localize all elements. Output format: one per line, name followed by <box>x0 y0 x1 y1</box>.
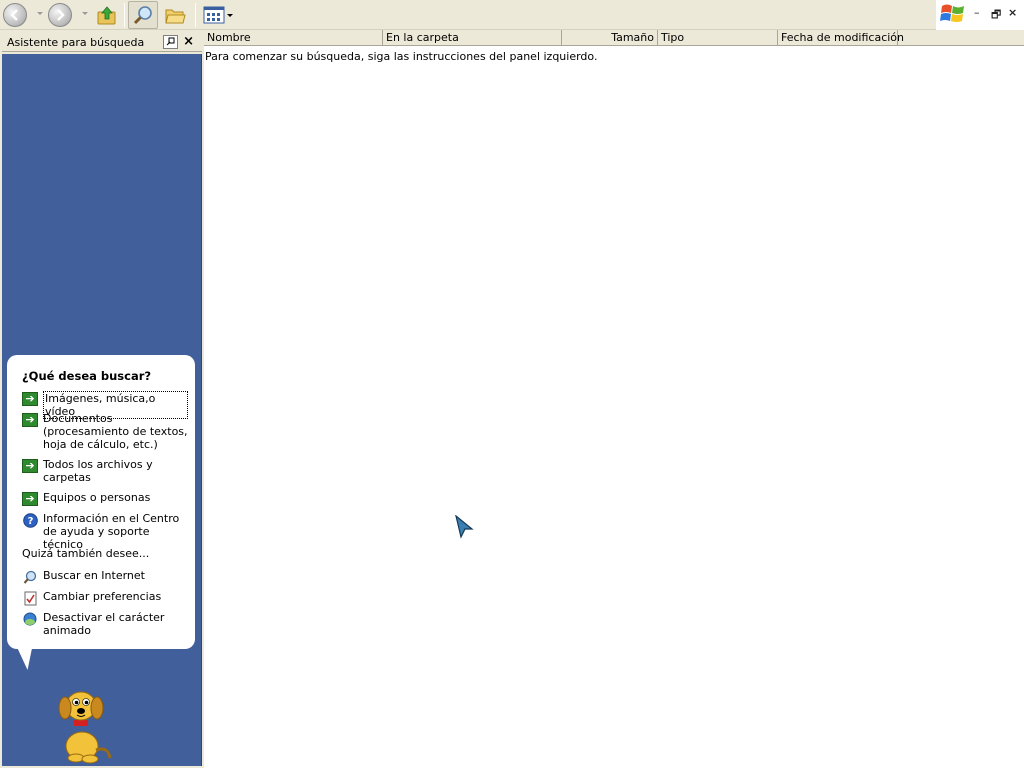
option-disable-character[interactable]: Desactivar el carácter animado <box>22 611 188 637</box>
option-label: Todos los archivos y carpetas <box>43 458 153 484</box>
green-arrow-icon: ➔ <box>22 459 38 473</box>
toolbar <box>0 0 936 30</box>
internet-search-icon <box>22 570 38 584</box>
column-header-size[interactable]: Tamaño <box>562 30 658 46</box>
green-arrow-icon: ➔ <box>22 492 38 506</box>
toolbar-separator <box>195 3 196 27</box>
option-label: Desactivar el carácter animado <box>43 611 165 637</box>
folder-up-icon <box>97 6 116 25</box>
close-window-button[interactable]: × <box>1008 6 1017 19</box>
search-balloon: ¿Qué desea buscar? ➔ Imágenes, música,o … <box>7 355 195 649</box>
option-documents[interactable]: ➔ Documentos (procesamiento de textos, h… <box>22 412 188 451</box>
views-icon <box>203 6 225 24</box>
forward-button[interactable] <box>48 2 72 28</box>
minimize-button[interactable]: – <box>974 6 980 19</box>
balloon-heading: ¿Qué desea buscar? <box>22 369 152 383</box>
pin-icon <box>166 37 175 46</box>
option-label: Documentos (procesamiento de textos, hoj… <box>43 412 188 451</box>
search-results-pane: Nombre En la carpeta Tamaño Tipo Fecha d… <box>204 30 1024 768</box>
option-label: Información en el Centro de ayuda y sopo… <box>43 512 180 551</box>
green-arrow-icon: ➔ <box>22 392 38 406</box>
preferences-icon <box>22 591 38 605</box>
pin-button[interactable] <box>163 35 178 49</box>
title-controls: – 🗗 × <box>936 0 1024 30</box>
column-header-type[interactable]: Tipo <box>658 30 778 46</box>
svg-text:?: ? <box>27 516 33 527</box>
search-icon <box>133 6 152 25</box>
forward-icon <box>48 3 72 27</box>
option-help-center[interactable]: ? Información en el Centro de ayuda y so… <box>22 512 188 551</box>
folder-up-button[interactable] <box>95 2 119 28</box>
option-all-files-folders[interactable]: ➔ Todos los archivos y carpetas <box>22 458 188 484</box>
back-button[interactable] <box>3 2 27 28</box>
empty-results-hint: Para comenzar su búsqueda, siga las inst… <box>205 50 598 63</box>
restore-button[interactable]: 🗗 <box>991 6 1001 25</box>
folders-icon <box>165 9 186 24</box>
option-label: Buscar en Internet <box>43 569 145 582</box>
back-icon <box>3 3 27 27</box>
toolbar-separator <box>124 3 125 27</box>
views-button[interactable] <box>201 2 235 28</box>
option-internet-search[interactable]: Buscar en Internet <box>22 569 188 584</box>
column-header-folder[interactable]: En la carpeta <box>383 30 562 46</box>
back-dropdown-icon[interactable] <box>37 12 43 15</box>
character-icon <box>22 612 38 626</box>
also-heading: Quizá también desee... <box>22 547 150 560</box>
pane-title: Asistente para búsqueda <box>7 35 145 49</box>
help-icon: ? <box>22 512 38 528</box>
close-pane-button[interactable]: × <box>183 34 194 49</box>
search-dog-character[interactable] <box>46 688 116 764</box>
option-label: Cambiar preferencias <box>43 590 162 603</box>
option-computers-people[interactable]: ➔ Equipos o personas <box>22 491 188 506</box>
option-label: Equipos o personas <box>43 491 151 504</box>
folders-button[interactable] <box>163 2 187 28</box>
mouse-cursor-icon <box>455 515 474 539</box>
column-header-name[interactable]: Nombre <box>204 30 383 46</box>
windows-logo-icon <box>940 4 964 22</box>
column-header-bar: Nombre En la carpeta Tamaño Tipo Fecha d… <box>204 30 1024 46</box>
pane-header: Asistente para búsqueda × <box>2 33 202 52</box>
green-arrow-icon: ➔ <box>22 413 38 427</box>
search-button[interactable] <box>128 1 158 29</box>
forward-dropdown-icon[interactable] <box>82 12 88 15</box>
views-dropdown-icon <box>227 13 233 17</box>
column-header-modified[interactable]: Fecha de modificación <box>778 30 904 46</box>
option-change-preferences[interactable]: Cambiar preferencias <box>22 590 188 605</box>
